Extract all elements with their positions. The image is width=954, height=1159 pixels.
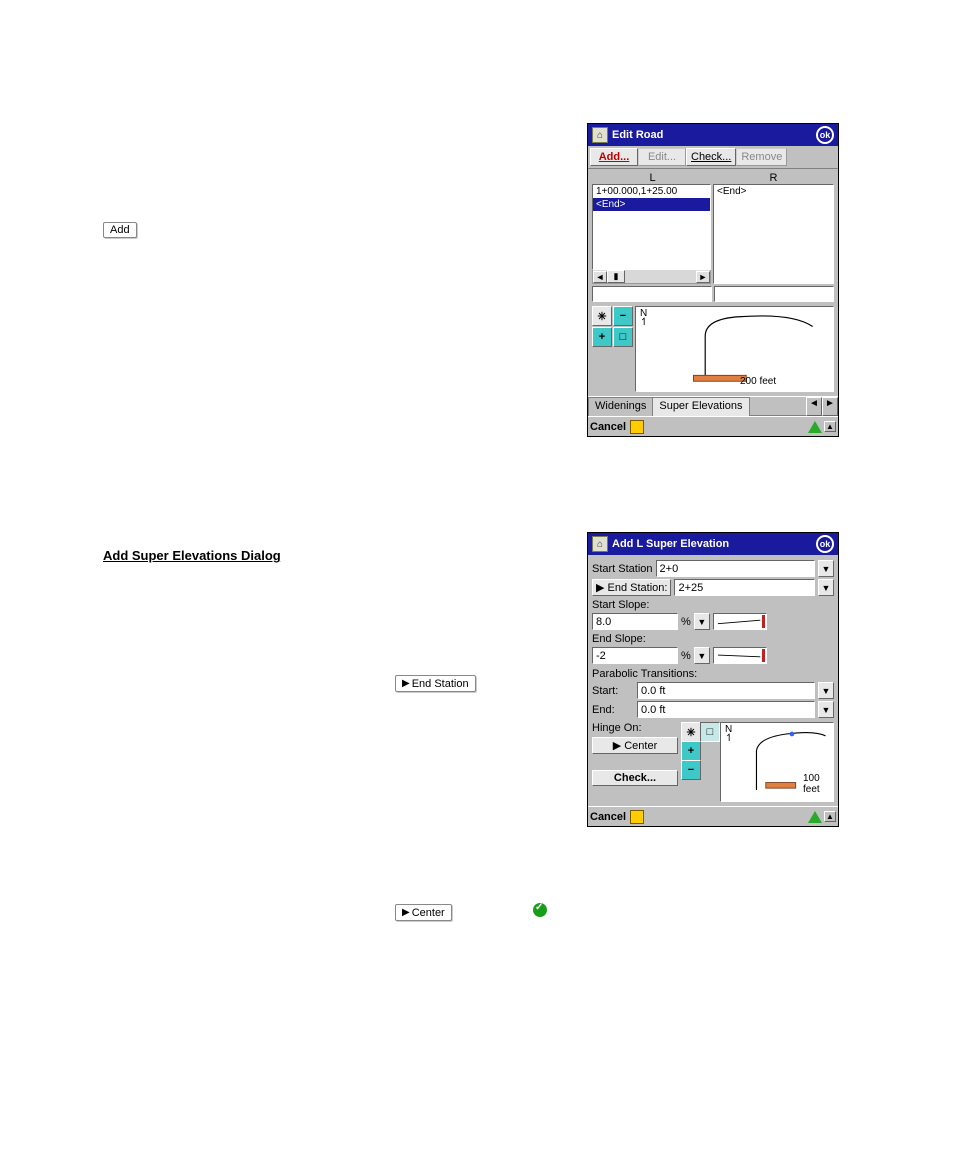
add-super-elevation-window: ⌂ Add L Super Elevation ok Start Station… [587, 532, 839, 827]
add-button[interactable]: Add... [590, 148, 638, 166]
start-station-label: Start Station [592, 563, 653, 575]
toolbar: Add... Edit... Check... Remove [588, 146, 838, 169]
zoom-out-icon[interactable]: − [681, 760, 701, 780]
zoom-in-icon[interactable]: + [592, 327, 612, 347]
edit-button: Edit... [638, 148, 686, 166]
map-preview[interactable]: N↿ 200 feet [635, 306, 834, 392]
scroll-right-icon[interactable]: ► [696, 271, 710, 283]
edit-road-window: ⌂ Edit Road ok Add... Edit... Check... R… [587, 123, 839, 437]
zoom-in-icon[interactable]: + [681, 741, 701, 761]
parabolic-transitions-label: Parabolic Transitions: [592, 668, 834, 680]
zoom-extents-icon[interactable]: ✳ [681, 722, 701, 742]
pt-start-label: Start: [592, 685, 634, 697]
status-bar: Cancel ▲ [588, 416, 838, 436]
hinge-on-label: Hinge On: [592, 722, 678, 734]
start-slope-dropdown-icon[interactable]: ▼ [694, 613, 710, 630]
end-slope-preview [713, 647, 767, 664]
right-listbox[interactable]: <End> [713, 184, 834, 284]
pt-end-label: End: [592, 704, 634, 716]
add-button-doc: Add [103, 222, 137, 238]
right-header: R [713, 172, 834, 184]
end-slope-input[interactable] [592, 647, 678, 664]
percent-label: % [681, 650, 691, 662]
end-station-input[interactable] [674, 579, 815, 596]
check-button[interactable]: Check... [592, 770, 678, 786]
pt-end-input[interactable] [637, 701, 815, 718]
warning-icon[interactable] [808, 811, 822, 823]
list-item[interactable]: <End> [593, 198, 710, 211]
end-slope-label: End Slope: [592, 633, 834, 645]
scroll-thumb[interactable]: ▮ [607, 270, 625, 283]
pt-start-dropdown-icon[interactable]: ▼ [818, 682, 834, 699]
left-scrollbar[interactable]: ◄ ▮ ► [592, 270, 711, 284]
list-item[interactable]: 1+00.000,1+25.00 [593, 185, 710, 198]
lr-header: L R [592, 172, 834, 184]
sun-icon[interactable] [630, 810, 644, 824]
percent-label: % [681, 616, 691, 628]
tab-widenings[interactable]: Widenings [588, 397, 653, 416]
zoom-tools: ✳ − + □ [592, 306, 633, 392]
zoom-tools: ✳ □ + − [681, 722, 718, 802]
scale-label: 100 feet [803, 773, 833, 795]
end-station-dropdown-icon[interactable]: ▼ [818, 579, 834, 596]
left-header: L [592, 172, 713, 184]
zoom-window-icon[interactable]: □ [613, 327, 633, 347]
pt-start-input[interactable] [637, 682, 815, 699]
list-item[interactable]: <End> [714, 185, 833, 198]
scroll-left-icon[interactable]: ◄ [593, 271, 607, 283]
zoom-out-icon[interactable]: − [613, 306, 633, 326]
ok-checkmark-icon [533, 903, 547, 917]
titlebar: ⌂ Edit Road ok [588, 124, 838, 146]
tab-scroll-right-icon[interactable]: ► [822, 397, 838, 416]
ok-button[interactable]: ok [816, 126, 834, 144]
system-icon[interactable]: ⌂ [592, 127, 608, 143]
remove-button: Remove [736, 148, 787, 166]
end-station-button-doc: ▶End Station [395, 675, 476, 692]
start-slope-input[interactable] [592, 613, 678, 630]
map-preview[interactable]: N↿ 100 feet [720, 722, 834, 802]
cancel-button[interactable]: Cancel [590, 421, 626, 433]
window-title: Edit Road [612, 129, 816, 141]
up-down-icon[interactable]: ▲ [824, 811, 836, 822]
zoom-extents-icon[interactable]: ✳ [592, 306, 612, 326]
cancel-button[interactable]: Cancel [590, 811, 626, 823]
right-info-field [714, 286, 834, 302]
start-station-dropdown-icon[interactable]: ▼ [818, 560, 834, 577]
sun-icon[interactable] [630, 420, 644, 434]
status-bar: Cancel ▲ [588, 806, 838, 826]
left-listbox[interactable]: 1+00.000,1+25.00 <End> [592, 184, 711, 270]
start-station-input[interactable] [656, 560, 815, 577]
check-button[interactable]: Check... [686, 148, 736, 166]
end-slope-dropdown-icon[interactable]: ▼ [694, 647, 710, 664]
hinge-on-button[interactable]: ▶ Center [592, 737, 678, 754]
center-button-doc: ▶Center [395, 904, 452, 921]
tabs: Widenings Super Elevations ◄ ► [588, 396, 838, 416]
left-info-field [592, 286, 712, 302]
window-title: Add L Super Elevation [612, 538, 816, 550]
start-slope-preview [713, 613, 767, 630]
section-heading: Add Super Elevations Dialog [103, 548, 281, 563]
ok-button[interactable]: ok [816, 535, 834, 553]
end-station-toggle[interactable]: ▶ End Station: [592, 579, 671, 596]
tab-scroll-left-icon[interactable]: ◄ [806, 397, 822, 416]
warning-icon[interactable] [808, 421, 822, 433]
scale-label: 200 feet [740, 376, 776, 387]
zoom-window-icon[interactable]: □ [700, 722, 720, 742]
titlebar: ⌂ Add L Super Elevation ok [588, 533, 838, 555]
pt-end-dropdown-icon[interactable]: ▼ [818, 701, 834, 718]
tab-super-elevations[interactable]: Super Elevations [652, 397, 749, 416]
start-slope-label: Start Slope: [592, 599, 834, 611]
up-down-icon[interactable]: ▲ [824, 421, 836, 432]
system-icon[interactable]: ⌂ [592, 536, 608, 552]
